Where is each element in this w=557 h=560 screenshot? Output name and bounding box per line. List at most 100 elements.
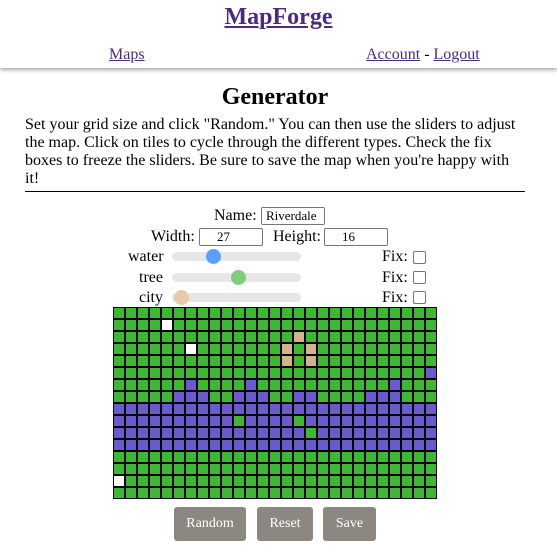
map-tile-water[interactable] [389, 379, 401, 391]
map-tile-water[interactable] [137, 439, 149, 451]
map-tile-tree[interactable] [377, 451, 389, 463]
map-tile-tree[interactable] [389, 367, 401, 379]
map-tile-tree[interactable] [305, 487, 317, 499]
map-tile-tree[interactable] [149, 475, 161, 487]
map-tile-tree[interactable] [293, 415, 305, 427]
map-tile-tree[interactable] [185, 487, 197, 499]
map-tile-water[interactable] [377, 391, 389, 403]
tree-fix-checkbox[interactable] [413, 271, 426, 284]
map-tile-water[interactable] [233, 427, 245, 439]
map-tile-water[interactable] [281, 427, 293, 439]
map-tile-water[interactable] [413, 427, 425, 439]
map-tile-tree[interactable] [245, 487, 257, 499]
save-button[interactable]: Save [323, 507, 376, 541]
map-tile-water[interactable] [149, 439, 161, 451]
map-tile-water[interactable] [425, 427, 437, 439]
map-tile-tree[interactable] [257, 475, 269, 487]
map-tile-water[interactable] [125, 439, 137, 451]
map-tile-tree[interactable] [233, 331, 245, 343]
map-tile-tree[interactable] [341, 451, 353, 463]
map-tile-water[interactable] [329, 415, 341, 427]
map-tile-water[interactable] [245, 427, 257, 439]
map-tile-water[interactable] [185, 439, 197, 451]
map-tile-tree[interactable] [257, 355, 269, 367]
map-tile-tree[interactable] [149, 367, 161, 379]
map-tile-water[interactable] [113, 415, 125, 427]
map-tile-tree[interactable] [413, 391, 425, 403]
map-tile-tree[interactable] [317, 307, 329, 319]
map-tile-tree[interactable] [293, 487, 305, 499]
reset-button[interactable]: Reset [257, 507, 313, 541]
water-fix-checkbox[interactable] [413, 251, 426, 264]
name-input[interactable] [261, 207, 325, 225]
map-tile-tree[interactable] [377, 355, 389, 367]
height-input[interactable] [324, 228, 388, 246]
map-tile-water[interactable] [269, 427, 281, 439]
map-tile-tree[interactable] [257, 451, 269, 463]
map-tile-tree[interactable] [173, 367, 185, 379]
map-tile-water[interactable] [269, 415, 281, 427]
map-tile-tree[interactable] [425, 343, 437, 355]
map-tile-water[interactable] [377, 403, 389, 415]
map-tile-water[interactable] [113, 427, 125, 439]
map-tile-tree[interactable] [125, 355, 137, 367]
map-tile-tree[interactable] [365, 331, 377, 343]
map-tile-tree[interactable] [221, 391, 233, 403]
map-tile-tree[interactable] [197, 307, 209, 319]
map-tile-tree[interactable] [377, 463, 389, 475]
city-slider-knob[interactable] [174, 290, 190, 305]
map-tile-tree[interactable] [341, 391, 353, 403]
map-tile-water[interactable] [161, 415, 173, 427]
map-tile-tree[interactable] [257, 319, 269, 331]
map-tile-tree[interactable] [113, 487, 125, 499]
map-tile-tree[interactable] [197, 463, 209, 475]
map-tile-tree[interactable] [269, 367, 281, 379]
map-tile-tree[interactable] [269, 451, 281, 463]
map-tile-tree[interactable] [197, 331, 209, 343]
tree-slider-knob[interactable] [230, 270, 246, 285]
map-tile-tree[interactable] [389, 475, 401, 487]
map-tile-tree[interactable] [293, 319, 305, 331]
map-tile-tree[interactable] [113, 463, 125, 475]
map-tile-tree[interactable] [137, 379, 149, 391]
width-input[interactable] [199, 228, 263, 246]
map-tile-tree[interactable] [161, 343, 173, 355]
city-fix-checkbox[interactable] [413, 291, 426, 304]
map-tile-tree[interactable] [353, 391, 365, 403]
map-tile-tree[interactable] [233, 355, 245, 367]
map-tile-tree[interactable] [413, 331, 425, 343]
map-tile-tree[interactable] [245, 463, 257, 475]
map-tile-tree[interactable] [365, 463, 377, 475]
map-tile-tree[interactable] [365, 475, 377, 487]
map-tile-tree[interactable] [281, 451, 293, 463]
map-tile-water[interactable] [305, 415, 317, 427]
map-tile-tree[interactable] [413, 463, 425, 475]
map-tile-tree[interactable] [173, 307, 185, 319]
map-tile-tree[interactable] [233, 463, 245, 475]
map-tile-tree[interactable] [317, 331, 329, 343]
map-tile-tree[interactable] [137, 319, 149, 331]
map-tile-tree[interactable] [209, 331, 221, 343]
map-tile-tree[interactable] [329, 451, 341, 463]
map-tile-tree[interactable] [209, 367, 221, 379]
map-tile-tree[interactable] [329, 307, 341, 319]
map-tile-tree[interactable] [185, 307, 197, 319]
map-tile-water[interactable] [401, 403, 413, 415]
map-tile-tree[interactable] [365, 367, 377, 379]
map-tile-tree[interactable] [233, 343, 245, 355]
map-tile-water[interactable] [185, 415, 197, 427]
map-tile-tree[interactable] [245, 307, 257, 319]
map-tile-water[interactable] [185, 427, 197, 439]
map-tile-tree[interactable] [173, 463, 185, 475]
map-tile-tree[interactable] [137, 355, 149, 367]
map-tile-tree[interactable] [137, 487, 149, 499]
map-tile-tree[interactable] [257, 367, 269, 379]
map-tile-tree[interactable] [317, 487, 329, 499]
map-tile-tree[interactable] [317, 355, 329, 367]
map-tile-tree[interactable] [281, 475, 293, 487]
map-tile-tree[interactable] [389, 319, 401, 331]
map-tile-tree[interactable] [293, 379, 305, 391]
map-tile-water[interactable] [401, 415, 413, 427]
map-tile-tree[interactable] [413, 487, 425, 499]
map-tile-tree[interactable] [389, 355, 401, 367]
